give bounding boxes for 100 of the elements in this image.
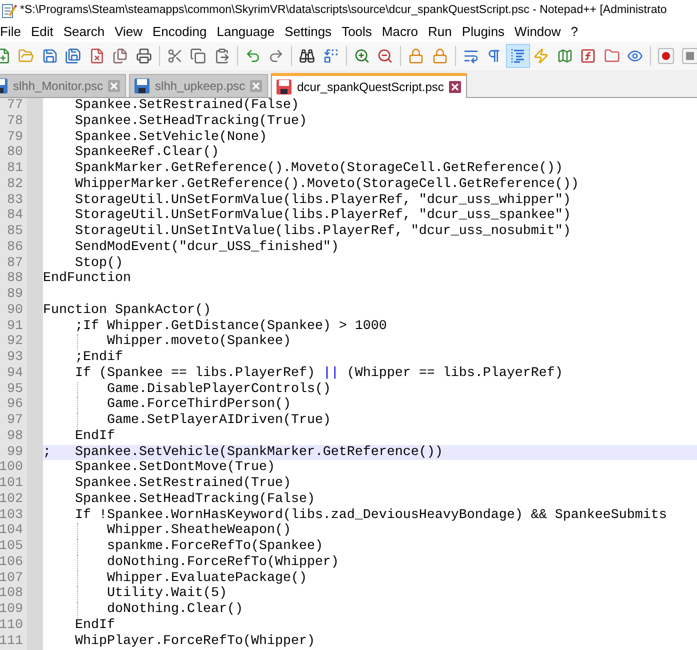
menu-item[interactable]: File xyxy=(0,23,26,41)
printer-icon xyxy=(136,48,152,64)
zoom-in-icon xyxy=(354,48,370,64)
code-line: Game.SetPlayerAIDriven(True) xyxy=(106,413,331,428)
line-number: 109 xyxy=(0,602,23,618)
menu-item[interactable]: ? xyxy=(566,23,584,41)
line-number: 92 xyxy=(7,334,23,350)
code-line: If !Spankee.WornHasKeyword(libs.zad_DeviousHeavyBondage) && SpankeeSubmits xyxy=(74,508,667,522)
line-number: 88 xyxy=(7,271,23,287)
line-number: 90 xyxy=(7,302,23,318)
clipboard-icon xyxy=(214,48,230,64)
code-line: EndIf xyxy=(74,618,115,633)
line-number: 91 xyxy=(7,318,23,334)
menu-item[interactable]: Settings xyxy=(280,23,337,41)
code-line: SpankeeRef.Clear() xyxy=(74,145,219,160)
line-number: 95 xyxy=(7,382,23,398)
line-number: 83 xyxy=(7,192,23,208)
code-line: Spankee.SetDontMove(True) xyxy=(74,460,275,476)
code-line: Spankee.SetRestrained(True) xyxy=(74,476,291,491)
indent-guide-button[interactable] xyxy=(506,44,530,68)
indent-lines-icon xyxy=(510,48,526,64)
file-tab[interactable]: dcur_spankQuestScript.psc xyxy=(271,73,467,98)
line-number: 105 xyxy=(0,539,23,555)
code-line: SendModEvent("dcur_USS_finished") xyxy=(74,240,339,255)
record-icon xyxy=(658,48,674,64)
code-line: Spankee.SetHeadTracking(False) xyxy=(74,492,315,507)
line-number: 111 xyxy=(0,634,23,650)
wrap-text-icon xyxy=(462,48,479,64)
menu-item[interactable]: Edit xyxy=(26,23,58,41)
code-line: Function SpankActor() xyxy=(43,302,211,318)
code-line: Spankee.SetHeadTracking(True) xyxy=(74,114,307,129)
line-number: 101 xyxy=(0,476,23,492)
line-number: 97 xyxy=(7,413,23,429)
line-number: 106 xyxy=(0,554,23,570)
code-line: Whipper.EvaluatePackage() xyxy=(106,570,307,586)
code-line: StorageUtil.UnSetIntValue(libs.PlayerRef, "dcur_uss_nosubmit") xyxy=(74,224,571,239)
zoom-out-icon xyxy=(377,48,394,64)
code-line: If (Spankee == libs.PlayerRef) || (Whipper == libs.PlayerRef) xyxy=(74,366,563,381)
eye-icon xyxy=(627,48,644,64)
line-number: 87 xyxy=(7,256,23,272)
menu-item[interactable]: Window xyxy=(510,23,566,41)
map-icon xyxy=(556,48,573,64)
line-number: 81 xyxy=(7,161,23,177)
line-number: 82 xyxy=(7,176,23,192)
redo-arrow-icon xyxy=(268,48,284,64)
code-line: Stop() xyxy=(74,256,123,270)
function-icon xyxy=(580,48,596,64)
line-number: 85 xyxy=(7,224,23,240)
line-number: 96 xyxy=(7,397,23,413)
code-line: ; Spankee.SetVehicle(SpankMarker.GetReference()) xyxy=(43,444,443,460)
menu-item[interactable]: Encoding xyxy=(148,23,212,41)
line-number: 79 xyxy=(7,130,23,146)
lock-icon xyxy=(432,48,448,64)
code-line: ;Endif xyxy=(74,350,123,365)
menu-item[interactable]: View xyxy=(110,23,148,41)
code-line: EndIf xyxy=(74,428,115,444)
line-number: 99 xyxy=(7,444,23,460)
line-number: 108 xyxy=(0,586,23,602)
folder-icon xyxy=(18,48,34,64)
code-line: SpankMarker.GetReference().Moveto(StorageCell.GetReference()) xyxy=(74,161,563,176)
code-line: Spankee.SetRestrained(False) xyxy=(74,98,299,113)
undo-arrow-icon xyxy=(244,48,261,64)
line-number: 104 xyxy=(0,523,23,539)
code-line: Game.ForceThirdPerson() xyxy=(106,397,291,412)
line-number: 86 xyxy=(7,240,23,256)
menu-item[interactable]: Run xyxy=(423,23,457,41)
code-line: StorageUtil.UnSetFormValue(libs.PlayerRef, "dcur_uss_whipper") xyxy=(74,192,571,208)
line-number: 102 xyxy=(0,492,23,508)
line-number: 103 xyxy=(0,508,23,524)
pilcrow-icon xyxy=(486,48,502,64)
line-number: 84 xyxy=(7,208,23,224)
menu-item[interactable]: Language xyxy=(212,23,280,41)
close-icon[interactable] xyxy=(448,81,461,93)
line-number: 100 xyxy=(0,460,23,476)
code-line: Spankee.SetVehicle(None) xyxy=(74,130,267,144)
binoculars-icon xyxy=(299,48,316,64)
code-line: WhipPlayer.ForceRefTo(Whipper) xyxy=(74,634,315,648)
line-number: 77 xyxy=(7,98,23,114)
window-title: *S:\Programs\Steam\steamapps\common\SkyrimVR\data\scripts\source\dcur_spankQuestScript.psc - Notepad++ [Administrato xyxy=(20,3,667,18)
lightning-icon xyxy=(533,48,550,64)
line-number: 89 xyxy=(7,287,23,303)
code-line: Whipper.moveto(Spankee) xyxy=(106,334,291,350)
code-line: WhipperMarker.GetReference().Moveto(StorageCell.GetReference()) xyxy=(74,176,579,192)
scissors-icon xyxy=(166,48,183,64)
code-line: Whipper.SheatheWeapon() xyxy=(106,523,291,538)
code-line: Utility.Wait(5) xyxy=(106,586,227,602)
menu-item[interactable]: Search xyxy=(58,23,110,41)
line-number: 78 xyxy=(7,114,23,130)
code-line: ;If Whipper.GetDistance(Spankee) > 1000 xyxy=(74,318,387,334)
floppy-disks-icon xyxy=(65,48,82,64)
files-icon xyxy=(112,48,128,64)
menu-item[interactable]: Macro xyxy=(376,23,424,41)
menu-item[interactable]: Plugins xyxy=(456,23,510,41)
line-number: 80 xyxy=(7,145,23,161)
folder-icon xyxy=(604,48,620,64)
code-line: spankme.ForceRefTo(Spankee) xyxy=(106,539,323,554)
copy-icon xyxy=(190,48,206,64)
menu-item[interactable]: Tools xyxy=(336,23,377,41)
code-line: StorageUtil.UnSetFormValue(libs.PlayerRef, "dcur_uss_spankee") xyxy=(74,208,571,224)
line-number: 110 xyxy=(0,618,23,634)
